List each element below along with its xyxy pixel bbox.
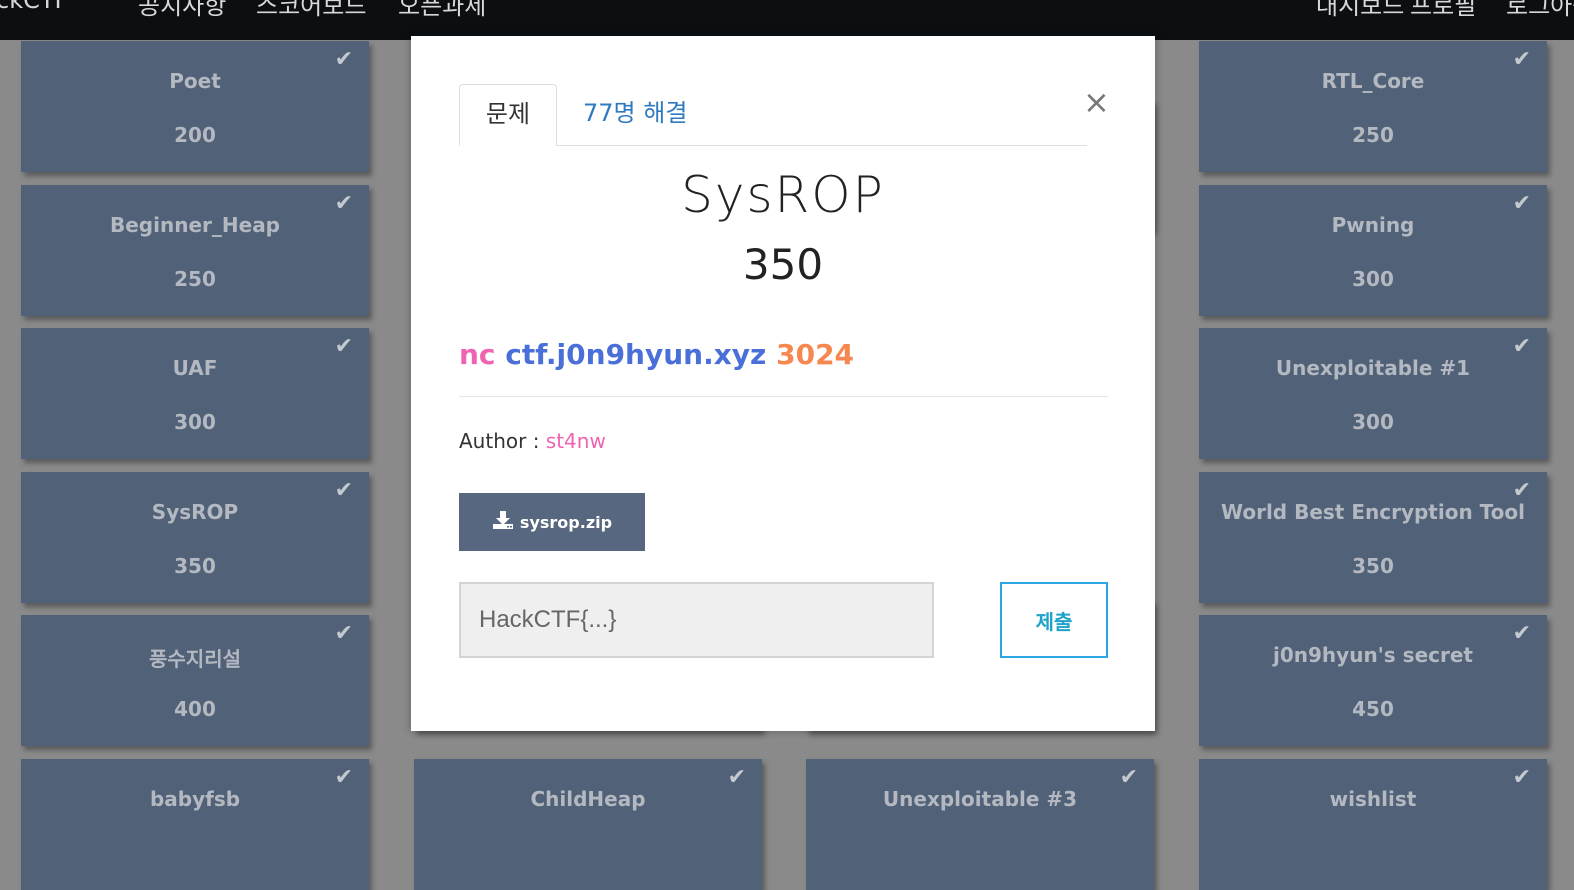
challenge-points: 350	[174, 554, 216, 578]
connection-info: nc ctf.j0n9hyun.xyz 3024	[459, 338, 854, 371]
author-label: Author :	[459, 429, 546, 453]
challenge-card[interactable]: ✔ Poet 200	[21, 41, 369, 172]
challenge-points: 250	[1352, 123, 1394, 147]
nav-item-dashboard[interactable]: 대시보드	[1316, 0, 1404, 21]
nav-item-logout[interactable]: 로그아웃	[1506, 0, 1574, 21]
challenge-name: Pwning	[1331, 213, 1415, 237]
challenge-card[interactable]: ✔ ChildHeap	[414, 759, 762, 890]
conn-host: ctf.j0n9hyun.xyz	[505, 338, 767, 371]
challenge-name: j0n9hyun's secret	[1273, 643, 1473, 667]
top-navbar: ckCTF 공지사항 스코어보드 오픈과제 대시보드 프로필 로그아웃	[0, 0, 1574, 40]
challenge-name: Beginner_Heap	[110, 213, 280, 237]
challenge-points: 300	[1352, 410, 1394, 434]
challenge-card[interactable]: ✔ RTL_Core 250	[1199, 41, 1547, 172]
challenge-points: 400	[174, 697, 216, 721]
challenge-name: RTL_Core	[1321, 69, 1425, 93]
challenge-card[interactable]: ✔ babyfsb	[21, 759, 369, 890]
tab-problem[interactable]: 문제	[459, 84, 557, 146]
close-icon[interactable]: ×	[1083, 86, 1110, 118]
brand-logo[interactable]: ckCTF	[0, 0, 68, 14]
challenge-name: Poet	[169, 69, 221, 93]
challenge-card[interactable]: ✔ SysROP 350	[21, 472, 369, 603]
challenge-points: 300	[1352, 267, 1394, 291]
challenge-name: Unexploitable #1	[1275, 356, 1471, 380]
author-name: st4nw	[545, 429, 606, 453]
challenge-name: 풍수지리설	[149, 647, 241, 671]
submit-button[interactable]: 제출	[1000, 582, 1108, 658]
challenge-points: 350	[1352, 554, 1394, 578]
download-button[interactable]: sysrop.zip	[459, 493, 645, 551]
challenge-card[interactable]: ✔ Unexploitable #3	[806, 759, 1154, 890]
nav-item-scoreboard[interactable]: 스코어보드	[256, 0, 366, 21]
conn-cmd: nc	[459, 338, 496, 371]
challenge-card[interactable]: ✔ Unexploitable #1 300	[1199, 328, 1547, 459]
challenge-card[interactable]: ✔ Pwning 300	[1199, 185, 1547, 316]
challenge-card[interactable]: ✔ Beginner_Heap 250	[21, 185, 369, 316]
challenge-modal: 문제 77명 해결 × SysROP 350 nc ctf.j0n9hyun.x…	[411, 36, 1155, 731]
tab-solves[interactable]: 77명 해결	[583, 84, 687, 145]
challenge-name: wishlist	[1329, 787, 1417, 811]
challenge-name: World Best Encryption Tool	[1221, 500, 1525, 524]
modal-tabs: 문제 77명 해결	[459, 84, 1087, 146]
divider	[459, 396, 1108, 397]
author-line: Author : st4nw	[459, 429, 606, 453]
challenge-name: ChildHeap	[530, 787, 646, 811]
challenge-card[interactable]: ✔ 풍수지리설 400	[21, 615, 369, 746]
challenge-points: 200	[174, 123, 216, 147]
challenge-title: SysROP	[681, 166, 885, 224]
download-label: sysrop.zip	[519, 512, 613, 532]
challenge-card[interactable]: ✔ UAF 300	[21, 328, 369, 459]
nav-item-notice[interactable]: 공지사항	[138, 0, 226, 21]
challenge-card[interactable]: ✔ World Best Encryption Tool 350	[1199, 472, 1547, 603]
nav-item-profile[interactable]: 프로필	[1410, 0, 1476, 21]
challenge-points-value: 350	[742, 240, 824, 289]
challenge-points: 450	[1352, 697, 1394, 721]
nav-item-open-tasks[interactable]: 오픈과제	[398, 0, 486, 21]
challenge-name: UAF	[172, 356, 218, 380]
challenge-name: babyfsb	[149, 787, 241, 811]
challenge-card[interactable]: ✔ wishlist	[1199, 759, 1547, 890]
challenge-card[interactable]: ✔ j0n9hyun's secret 450	[1199, 615, 1547, 746]
challenge-name: Unexploitable #3	[882, 787, 1078, 811]
challenge-points: 300	[174, 410, 216, 434]
conn-port: 3024	[776, 338, 855, 371]
download-icon	[492, 510, 514, 534]
challenge-points: 250	[174, 267, 216, 291]
flag-input[interactable]	[459, 582, 934, 658]
challenge-name: SysROP	[151, 500, 239, 524]
